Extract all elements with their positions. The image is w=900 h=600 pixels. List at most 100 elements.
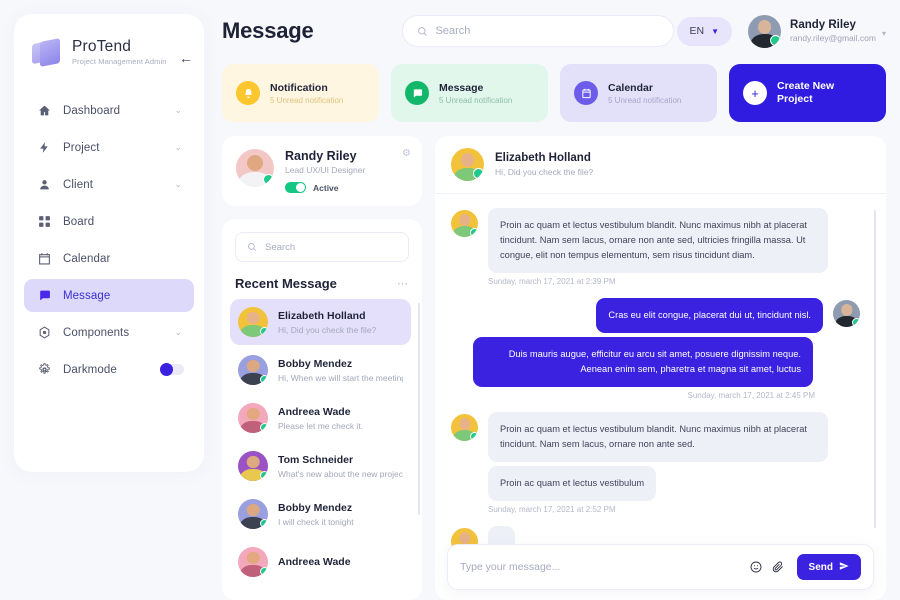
sidebar-item-label: Client bbox=[63, 178, 94, 191]
plus-icon: + bbox=[743, 81, 767, 105]
sidebar-item-project[interactable]: Project ⌄ bbox=[24, 131, 194, 164]
send-button[interactable]: Send bbox=[796, 554, 861, 580]
sidebar-item-label: Project bbox=[63, 141, 100, 154]
ellipsis-icon[interactable]: ⋯ bbox=[397, 277, 409, 290]
chat-contact-name: Elizabeth Holland bbox=[495, 152, 591, 164]
list-item[interactable]: Bobby Mendez I will check it tonight bbox=[230, 491, 411, 537]
user-name: Randy Riley bbox=[790, 19, 856, 31]
conversation-name: Bobby Mendez bbox=[278, 501, 353, 514]
avatar bbox=[238, 307, 268, 337]
conversation-preview: Hi, When we will start the meeting? bbox=[278, 372, 403, 383]
components-icon bbox=[36, 324, 53, 341]
chevron-down-icon: ⌄ bbox=[174, 327, 182, 337]
page-title: Message bbox=[222, 18, 314, 43]
sidebar-item-message[interactable]: Message bbox=[24, 279, 194, 312]
conversation-preview: Please let me check it. bbox=[278, 420, 364, 431]
message-row-incoming: Proin ac quam et lectus vestibulum bbox=[451, 466, 860, 501]
avatar bbox=[238, 403, 268, 433]
avatar bbox=[833, 300, 860, 327]
top-bar: Message EN ▼ Randy Riley randy.riley@gma… bbox=[222, 0, 886, 62]
content-area: Randy Riley Lead UX/UI Designer Active ⚙ bbox=[222, 136, 886, 600]
list-item[interactable]: Andreea Wade bbox=[230, 539, 411, 585]
paperclip-icon[interactable] bbox=[772, 561, 784, 573]
conversation-list[interactable]: Elizabeth Holland Hi, Did you check the … bbox=[222, 299, 422, 600]
conversation-preview: I will check it tonight bbox=[278, 516, 354, 527]
conversation-search[interactable] bbox=[235, 232, 409, 262]
sidebar-item-components[interactable]: Components ⌄ bbox=[24, 316, 194, 349]
bell-icon bbox=[236, 81, 260, 105]
darkmode-toggle[interactable] bbox=[160, 363, 184, 376]
message-row-outgoing: Cras eu elit congue, placerat dui ut, ti… bbox=[451, 298, 860, 333]
user-menu[interactable]: Randy Riley randy.riley@gmail.com ▾ bbox=[748, 14, 886, 48]
chat-icon bbox=[405, 81, 429, 105]
avatar bbox=[238, 355, 268, 385]
calendar-icon bbox=[574, 81, 598, 105]
stat-title: Calendar bbox=[608, 81, 653, 94]
message-bubble: Cras eu elit congue, placerat dui ut, ti… bbox=[596, 298, 823, 333]
chat-messages[interactable]: Proin ac quam et lectus vestibulum bland… bbox=[435, 194, 886, 600]
chevron-down-icon: ▾ bbox=[881, 28, 886, 38]
brand-title: ProTend bbox=[72, 38, 132, 55]
stat-card-notification[interactable]: Notification 5 Unread notification bbox=[222, 64, 379, 122]
sidebar-item-label: Dashboard bbox=[63, 104, 121, 117]
active-status-toggle[interactable] bbox=[285, 182, 306, 193]
avatar bbox=[451, 414, 478, 441]
stat-card-message[interactable]: Message 5 Unread notification bbox=[391, 64, 548, 122]
message-input[interactable] bbox=[460, 561, 740, 573]
recent-message-header: Recent Message ⋯ bbox=[222, 262, 422, 299]
sidebar: ProTend Project Management Admin ← Dashb… bbox=[14, 14, 204, 472]
sidebar-nav: Dashboard ⌄ Project ⌄ Client ⌄ Board Cal… bbox=[14, 94, 204, 386]
home-icon bbox=[36, 102, 53, 119]
stat-subtitle: 5 Unread notification bbox=[608, 95, 682, 105]
sidebar-item-label: Calendar bbox=[63, 252, 111, 265]
search-input[interactable] bbox=[435, 25, 659, 37]
list-item[interactable]: Elizabeth Holland Hi, Did you check the … bbox=[230, 299, 411, 345]
recent-message-panel: Recent Message ⋯ Elizabeth Holland Hi, D… bbox=[222, 219, 422, 600]
chat-icon bbox=[36, 287, 53, 304]
arrow-left-icon[interactable]: ← bbox=[178, 50, 194, 66]
profile-name: Randy Riley bbox=[285, 149, 357, 163]
conversation-scrollbar[interactable] bbox=[418, 303, 420, 515]
main-content: Message EN ▼ Randy Riley randy.riley@gma… bbox=[204, 0, 900, 600]
brand-subtitle: Project Management Admin bbox=[72, 57, 167, 66]
list-item[interactable]: Andreea Wade Please let me check it. bbox=[230, 395, 411, 441]
chat-scrollbar[interactable] bbox=[874, 210, 876, 528]
create-new-project-button[interactable]: + Create New Project bbox=[729, 64, 886, 122]
app-root: ProTend Project Management Admin ← Dashb… bbox=[0, 0, 900, 600]
stat-subtitle: 5 Unread notification bbox=[439, 95, 513, 105]
list-item[interactable]: Tom Schneider What's new about the new p… bbox=[230, 443, 411, 489]
stat-title: Message bbox=[439, 81, 484, 94]
sidebar-item-darkmode[interactable]: Darkmode bbox=[24, 353, 194, 386]
gear-icon bbox=[36, 361, 53, 378]
conversation-name: Bobby Mendez bbox=[278, 357, 353, 370]
gear-icon[interactable]: ⚙ bbox=[402, 148, 411, 159]
language-selector[interactable]: EN ▼ bbox=[676, 16, 733, 46]
chevron-down-icon: ⌄ bbox=[174, 142, 182, 152]
conversation-search-input[interactable] bbox=[265, 241, 397, 253]
calendar-icon bbox=[36, 250, 53, 267]
stat-card-calendar[interactable]: Calendar 5 Unread notification bbox=[560, 64, 717, 122]
avatar bbox=[748, 14, 782, 48]
sidebar-item-label: Darkmode bbox=[63, 363, 117, 376]
avatar bbox=[451, 210, 478, 237]
sidebar-item-client[interactable]: Client ⌄ bbox=[24, 168, 194, 201]
language-label: EN bbox=[689, 25, 705, 37]
chevron-down-icon: ⌄ bbox=[174, 105, 182, 115]
sidebar-item-label: Message bbox=[63, 289, 111, 302]
avatar bbox=[451, 148, 484, 181]
message-bubble: Proin ac quam et lectus vestibulum bland… bbox=[488, 208, 828, 273]
sidebar-item-calendar[interactable]: Calendar bbox=[24, 242, 194, 275]
chat-panel: Elizabeth Holland Hi, Did you check the … bbox=[435, 136, 886, 600]
sidebar-item-board[interactable]: Board bbox=[24, 205, 194, 238]
sidebar-item-label: Board bbox=[63, 215, 95, 228]
emoji-icon[interactable] bbox=[750, 561, 762, 573]
list-item[interactable]: Bobby Mendez Hi, When we will start the … bbox=[230, 347, 411, 393]
global-search[interactable] bbox=[401, 15, 674, 47]
message-timestamp: Sunday, march 17, 2021 at 2:52 PM bbox=[488, 505, 616, 514]
message-row-outgoing: Duis mauris augue, efficitur eu arcu sit… bbox=[451, 337, 860, 387]
chat-header: Elizabeth Holland Hi, Did you check the … bbox=[435, 136, 886, 194]
sidebar-item-dashboard[interactable]: Dashboard ⌄ bbox=[24, 94, 194, 127]
message-timestamp: Sunday, march 17, 2021 at 2:45 PM bbox=[687, 391, 815, 400]
protend-logo-icon bbox=[32, 38, 62, 67]
conversation-name: Elizabeth Holland bbox=[278, 309, 366, 322]
